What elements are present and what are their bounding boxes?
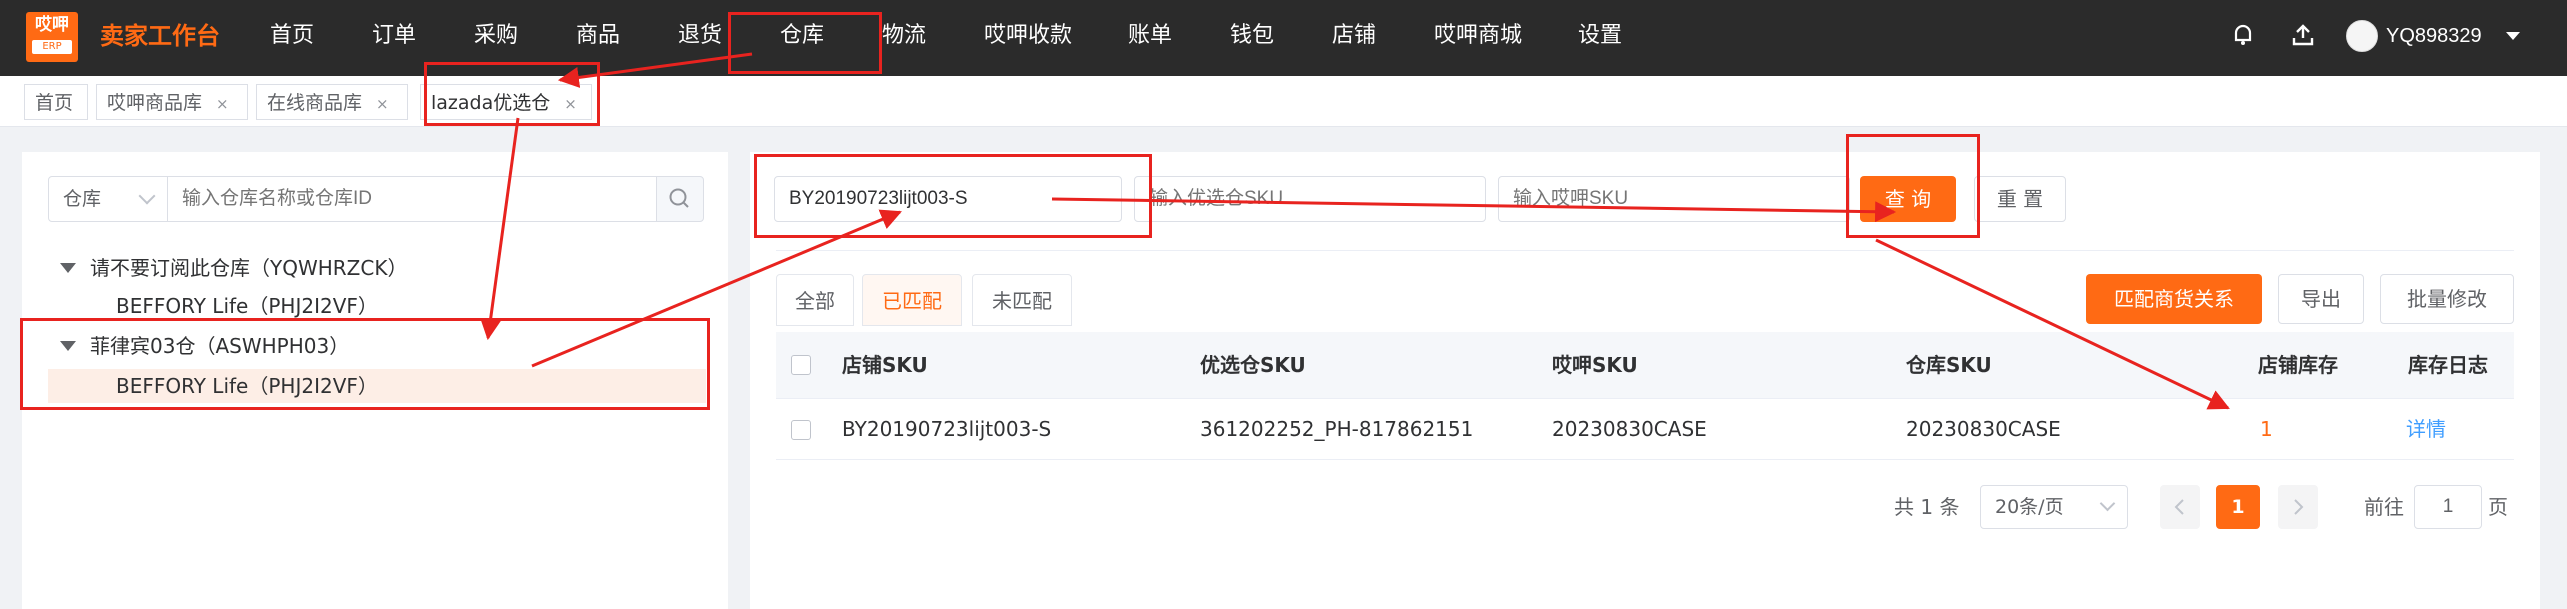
arrow-tab-to-tree [480, 117, 520, 341]
arrow-warehouse-to-tab [557, 52, 753, 88]
arrow-tree-to-input [531, 209, 902, 368]
annotation-arrows [480, 52, 2230, 410]
arrow-query-to-stock [1875, 238, 2230, 410]
arrow-input-to-query [1051, 197, 1897, 223]
